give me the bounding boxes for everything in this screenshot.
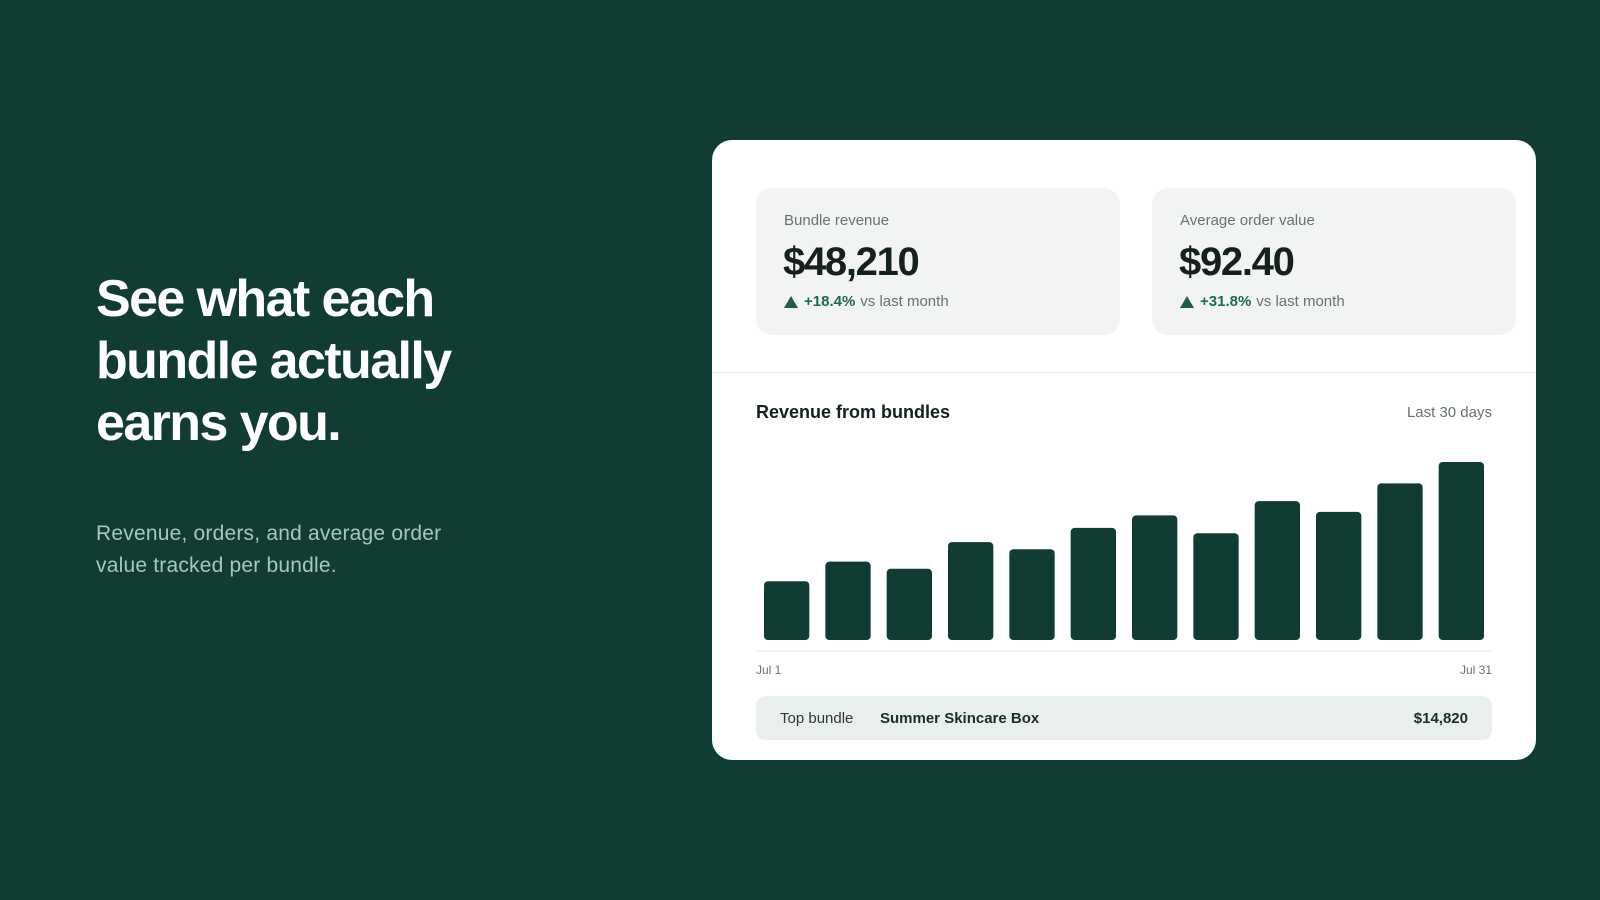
stat-change-suffix: vs last month xyxy=(1256,293,1345,310)
stat-change-percent: +31.8% xyxy=(1200,293,1252,310)
stat-label: Bundle revenue xyxy=(784,212,890,229)
chart-bar xyxy=(1193,533,1239,640)
hero-section: See what each bundle actually earns you.… xyxy=(96,268,556,582)
chart-bar xyxy=(1438,462,1484,640)
hero-heading: See what each bundle actually earns you. xyxy=(96,268,556,454)
top-bundle-name: Summer Skincare Box xyxy=(880,709,1040,727)
hero-heading-line: bundle actually xyxy=(96,332,452,390)
chart-bar xyxy=(1377,483,1423,640)
stat-value: $92.40 xyxy=(1179,240,1295,284)
chart-bar xyxy=(1070,527,1116,640)
x-axis-end-label: Jul 31 xyxy=(1460,663,1492,677)
chart-bar xyxy=(764,581,810,640)
chart-bar xyxy=(1316,511,1362,640)
hero-subtext: Revenue, orders, and average order value… xyxy=(96,522,442,577)
top-bundle-row: Top bundle Summer Skincare Box $14,820 xyxy=(756,696,1492,740)
stat-value: $48,210 xyxy=(783,240,920,284)
stat-card-bundle-revenue: Bundle revenue $48,210 +18.4% vs last mo… xyxy=(756,188,1120,335)
top-bundle-value: $14,820 xyxy=(1413,709,1468,727)
trend-up-icon xyxy=(784,295,798,308)
dashboard-card: Bundle revenue $48,210 +18.4% vs last mo… xyxy=(712,140,1536,760)
chart-svg: Jul 1 Jul 31 xyxy=(756,462,1492,677)
section-divider xyxy=(712,372,1536,373)
stat-change-percent: +18.4% xyxy=(804,293,856,310)
chart-bar xyxy=(1132,515,1178,640)
stat-change-suffix: vs last month xyxy=(860,293,949,310)
chart-bars xyxy=(764,462,1484,640)
stat-change: +31.8% vs last month xyxy=(1180,293,1345,310)
chart-bar xyxy=(1009,549,1055,640)
hero-heading-line: See what each xyxy=(96,270,435,328)
chart-bar xyxy=(825,561,871,640)
chart-bar xyxy=(886,568,932,640)
top-bundle-label: Top bundle xyxy=(780,709,854,727)
hero-heading-line: earns you. xyxy=(96,394,342,452)
stats-row: Bundle revenue $48,210 +18.4% vs last mo… xyxy=(756,188,1516,335)
trend-up-icon xyxy=(1180,295,1194,308)
chart-title: Revenue from bundles xyxy=(756,402,951,422)
chart-bar xyxy=(948,542,994,640)
x-axis-start-label: Jul 1 xyxy=(756,663,782,677)
chart-date-range: Last 30 days xyxy=(1406,404,1492,421)
stat-change: +18.4% vs last month xyxy=(784,293,949,310)
chart-bar xyxy=(1254,501,1300,640)
stat-label: Average order value xyxy=(1180,212,1315,229)
stat-card-average-order-value: Average order value $92.40 +31.8% vs las… xyxy=(1152,188,1516,335)
